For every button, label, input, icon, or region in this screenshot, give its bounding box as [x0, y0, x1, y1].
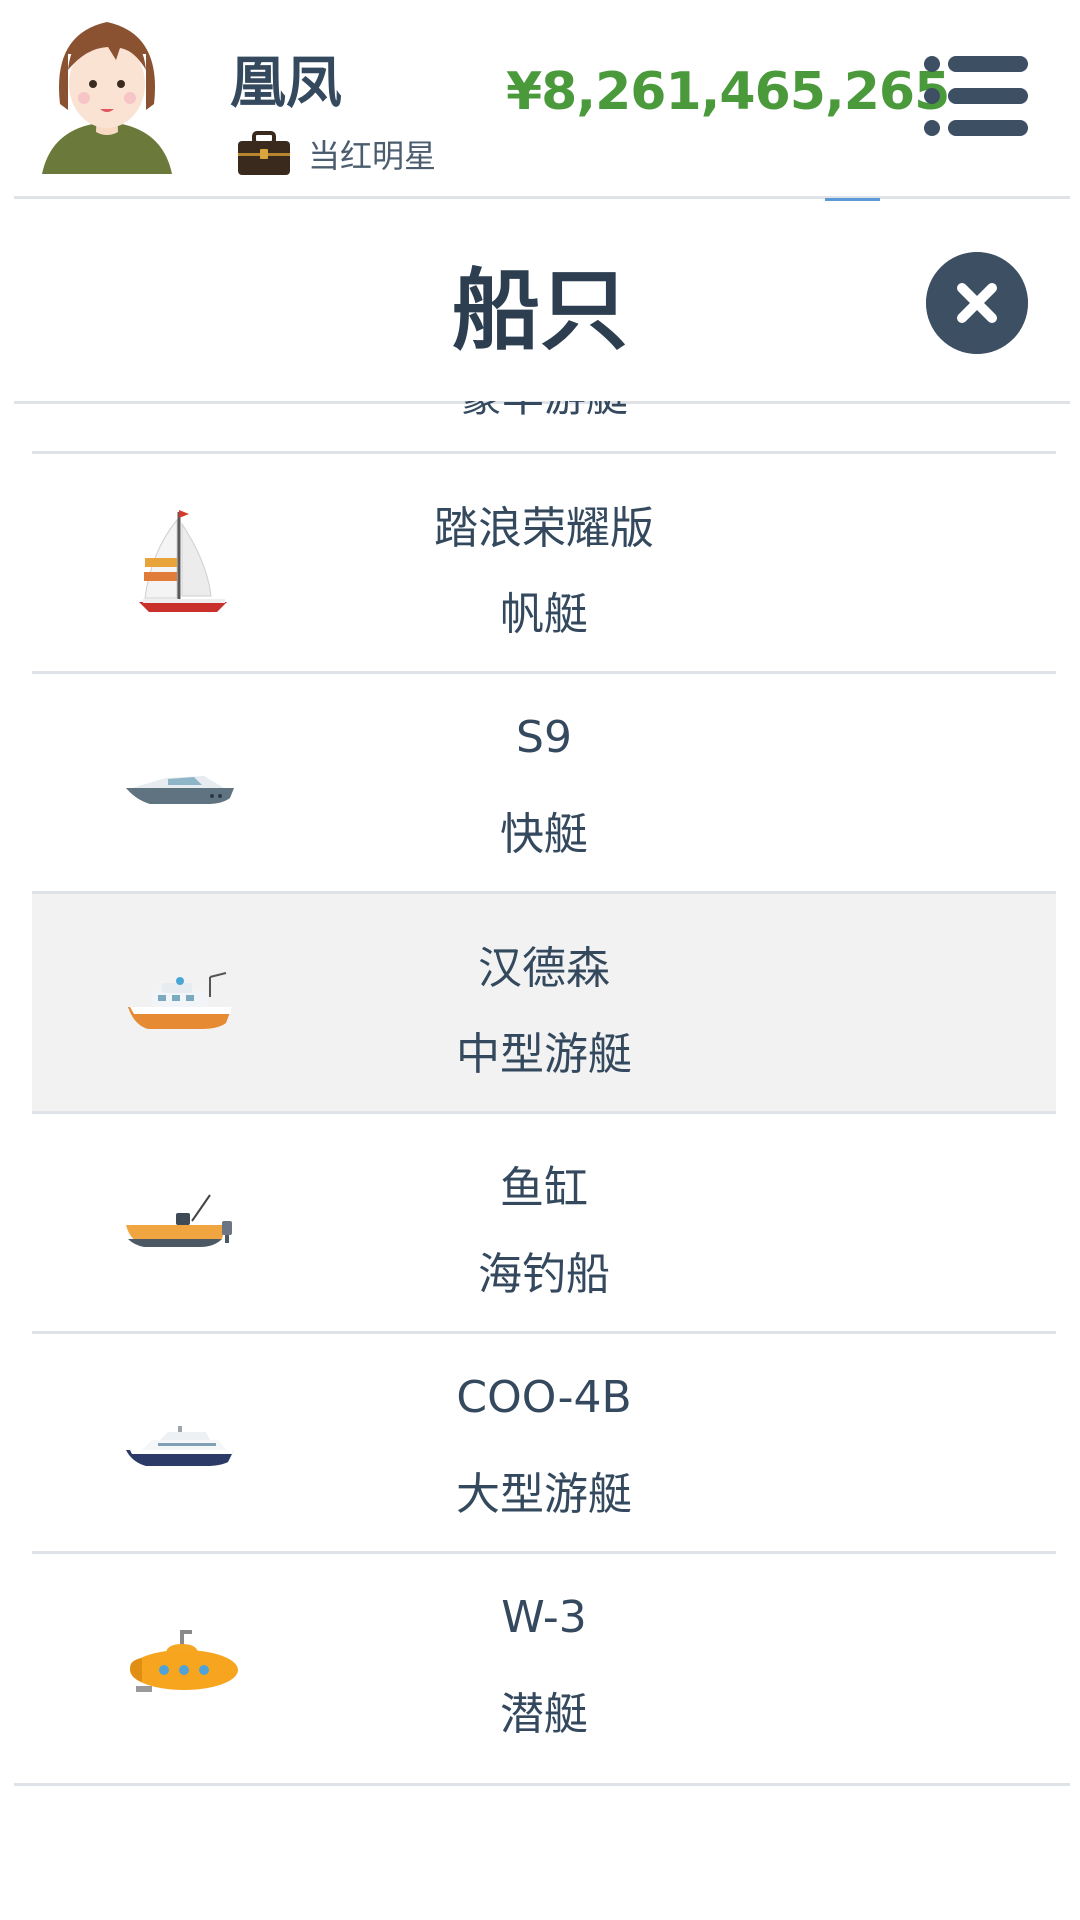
list-item-submarine[interactable]: W-3 潜艇 [32, 1554, 1056, 1751]
list-menu-icon[interactable] [924, 56, 1028, 136]
boat-list[interactable]: 豪华游艇 踏浪荣耀版 帆艇 [32, 401, 1056, 1751]
item-name: W-3 [501, 1592, 587, 1643]
close-icon[interactable] [926, 252, 1028, 354]
player-name: 凰凤 [230, 51, 342, 116]
modal-title: 船只 [451, 259, 628, 362]
money-balance: ¥8,261,465,265 [506, 62, 950, 122]
list-item-large-yacht[interactable]: COO-4B 大型游艇 [32, 1334, 1056, 1554]
item-name: 汉德森 [478, 943, 610, 994]
item-name: S9 [516, 712, 572, 763]
header-divider [14, 196, 1070, 199]
list-item-partial[interactable]: 豪华游艇 [32, 401, 1056, 454]
item-type: 帆艇 [500, 589, 588, 640]
list-item-sailboat[interactable]: 踏浪荣耀版 帆艇 [32, 454, 1056, 674]
tab-indicator [825, 198, 880, 201]
list-item-fishing-boat[interactable]: 鱼缸 海钓船 [32, 1114, 1056, 1334]
partial-item-label: 豪华游艇 [32, 401, 1056, 424]
item-type: 海钓船 [478, 1249, 610, 1300]
female-avatar-icon [42, 22, 172, 174]
header: 凰凤 当红明星 ¥8,261,465,265 [0, 0, 1080, 196]
item-type: 潜艇 [500, 1689, 588, 1740]
item-name: 踏浪荣耀版 [434, 503, 654, 554]
item-name: COO-4B [456, 1372, 632, 1423]
briefcase-icon [238, 131, 290, 175]
item-type: 快艇 [500, 809, 588, 860]
list-item-midsize-yacht[interactable]: 汉德森 中型游艇 [32, 894, 1056, 1114]
modal-bottom-divider [14, 1783, 1070, 1786]
job: 当红明星 [236, 128, 436, 180]
item-name: 鱼缸 [500, 1163, 588, 1214]
item-type: 中型游艇 [456, 1029, 632, 1080]
item-type: 大型游艇 [456, 1469, 632, 1520]
job-label: 当红明星 [308, 137, 437, 175]
list-item-speedboat[interactable]: S9 快艇 [32, 674, 1056, 894]
